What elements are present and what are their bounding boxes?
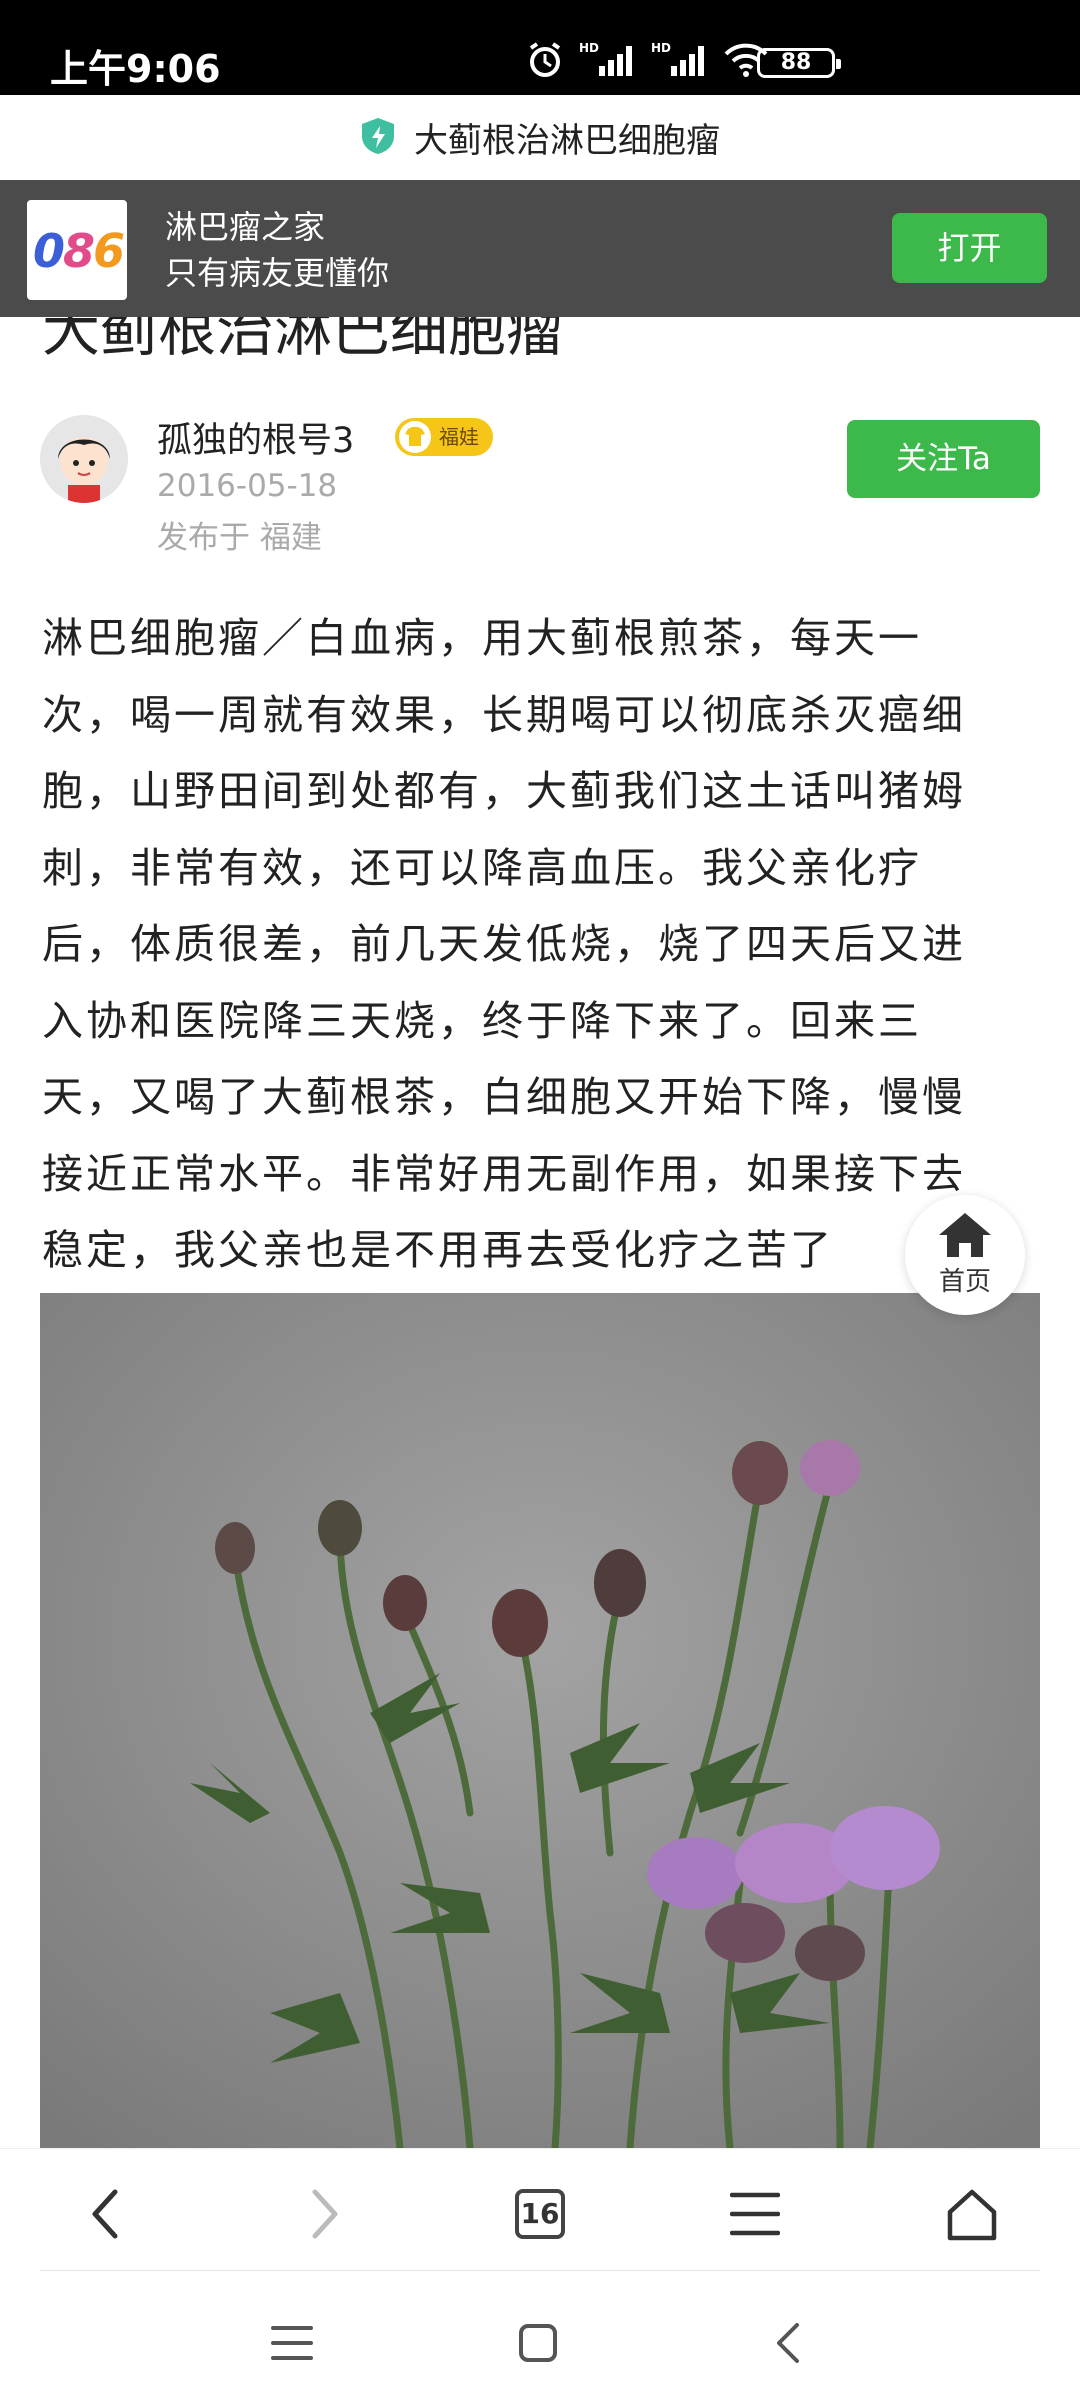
tabs-button[interactable]: 16 [505,2179,575,2249]
signal-hd-icon-1: HD [579,40,637,80]
battery-indicator: 88 [757,48,841,78]
body-line: 接近正常水平。非常好用无副作用，如果接下去 [42,1149,966,1198]
app-download-banner[interactable]: 086 淋巴瘤之家 只有病友更懂你 打开 [0,180,1080,317]
body-line: 胞，山野田间到处都有，大蓟我们这土话叫猪姆 [42,767,966,815]
follow-button[interactable]: 关注Ta [847,420,1040,498]
post-date: 2016-05-18 [157,468,338,504]
system-recents-button[interactable] [262,2313,322,2373]
floating-home-button[interactable]: 首页 [905,1195,1025,1315]
body-line: 淋巴细胞瘤／白血病，用大蓟根煎茶，每天一 [42,614,922,662]
signal-hd-icon-2: HD [651,40,709,80]
svg-text:HD: HD [579,41,599,55]
user-level-badge: 福娃 [395,418,493,456]
article-photo-thistle[interactable] [40,1293,1040,2148]
body-line: 入协和医院降三天烧，终于降下来了。回来三 [42,996,922,1045]
badge-label: 福娃 [439,425,479,449]
app-slogan: 只有病友更懂你 [165,254,390,292]
browser-home-button[interactable] [937,2179,1007,2249]
post-location: 发布于 福建 [157,520,322,556]
url-bar[interactable]: 大蓟根治淋巴细胞瘤 [0,95,1080,180]
alarm-icon [525,40,565,80]
hamburger-menu-icon [730,2192,780,2236]
status-time: 上午9:06 [50,47,221,91]
chevron-left-icon [92,2189,118,2239]
page-url-title: 大蓟根治淋巴细胞瘤 [414,121,720,161]
body-line: 稳定，我父亲也是不用再去受化疗之苦了 [42,1226,834,1274]
article-body: 淋巴细胞瘤／白血病，用大蓟根煎茶，每天一 次，喝一周就有效果，长期喝可以彻底杀灭… [42,600,1040,1289]
author-name[interactable]: 孤独的根号3 [157,412,354,463]
system-back-button[interactable] [758,2313,818,2373]
menu-button[interactable] [720,2179,790,2249]
chevron-right-icon [312,2189,338,2239]
app-logo: 086 [27,200,127,300]
recents-menu-icon [271,2326,313,2360]
body-line: 刺，非常有效，还可以降高血压。我父亲化疗 [42,843,922,892]
body-line: 后，体质很差，前几天发低烧，烧了四天后又进 [42,920,966,968]
floating-home-label: 首页 [938,1267,991,1297]
forward-button[interactable] [290,2179,360,2249]
author-avatar[interactable] [40,415,128,503]
svg-text:HD: HD [651,41,671,55]
app-logo-text: 086 [33,224,125,278]
browser-toolbar: 16 [0,2148,1080,2271]
back-button[interactable] [70,2179,140,2249]
security-shield-icon [360,116,396,160]
square-home-icon [519,2324,557,2362]
tab-count: 16 [515,2189,565,2239]
system-home-button[interactable] [508,2313,568,2373]
open-app-button[interactable]: 打开 [892,213,1047,283]
status-bar: 上午9:06 HD HD 88 [0,0,1080,95]
body-line: 天，又喝了大蓟根茶，白细胞又开始下降，慢慢 [42,1073,966,1121]
body-line: 次，喝一周就有效果，长期喝可以彻底杀灭癌细 [42,690,966,739]
badge-shirt-icon [399,421,431,453]
home-outline-icon [947,2189,997,2241]
back-arrow-icon [777,2323,799,2363]
app-name: 淋巴瘤之家 [165,208,326,246]
system-nav-bar [0,2271,1080,2400]
